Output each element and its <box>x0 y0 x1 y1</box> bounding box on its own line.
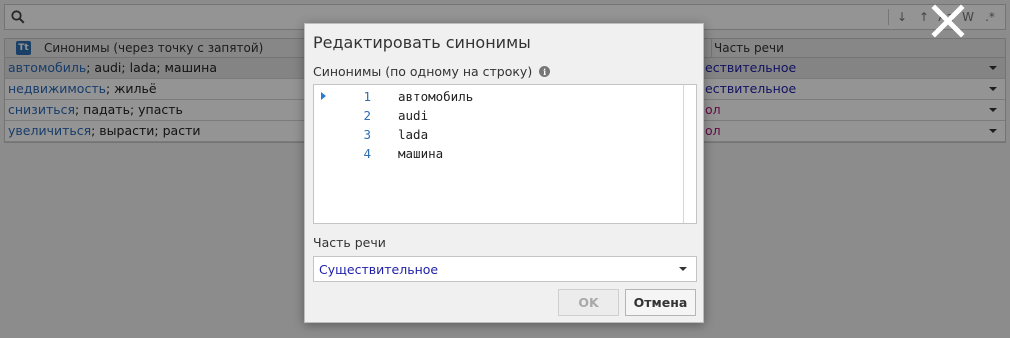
editor-line[interactable]: 4 машина <box>314 144 684 163</box>
line-number: 1 <box>363 89 371 104</box>
part-of-speech-value: Существительное <box>319 262 439 277</box>
editor-line[interactable]: 3 lada <box>314 125 684 144</box>
line-text: автомобиль <box>398 89 474 104</box>
line-text: машина <box>398 146 444 161</box>
part-of-speech-select[interactable]: Существительное <box>313 256 697 282</box>
line-number: 2 <box>363 108 371 123</box>
line-number: 3 <box>363 127 371 142</box>
cancel-button[interactable]: Отмена <box>625 289 696 316</box>
chevron-down-icon <box>679 267 687 271</box>
editor-scrollbar-divider <box>683 85 684 223</box>
synonyms-label-text: Синонимы (по одному на строку) <box>313 64 533 79</box>
close-icon[interactable] <box>930 3 966 39</box>
synonyms-editor[interactable]: 1 автомобиль 2 audi 3 lada 4 машина <box>313 84 697 224</box>
info-icon[interactable]: i <box>539 66 551 77</box>
line-text: audi <box>398 108 429 123</box>
edit-synonyms-dialog: Редактировать синонимы Синонимы (по одно… <box>304 23 704 323</box>
editor-line[interactable]: 2 audi <box>314 106 684 125</box>
current-line-marker-icon <box>321 92 326 100</box>
dialog-title: Редактировать синонимы <box>313 33 531 52</box>
part-of-speech-label: Часть речи <box>313 235 386 250</box>
ok-button[interactable]: OK <box>558 289 619 316</box>
editor-line[interactable]: 1 автомобиль <box>314 87 684 106</box>
synonyms-field-label: Синонимы (по одному на строку) i <box>313 64 551 79</box>
line-text: lada <box>398 127 429 142</box>
line-number: 4 <box>363 146 371 161</box>
